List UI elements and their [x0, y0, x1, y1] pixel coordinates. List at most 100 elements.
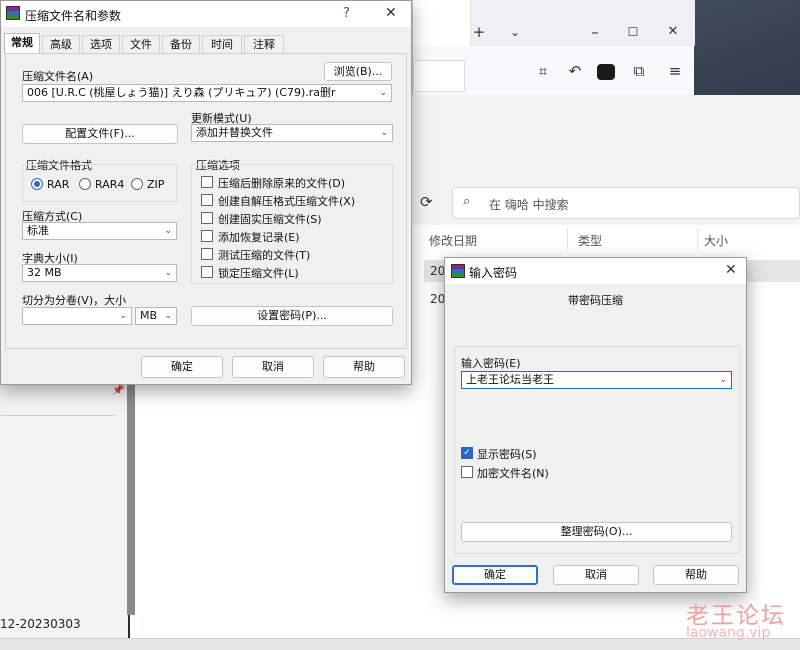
- format-rar4-label[interactable]: RAR4: [95, 178, 124, 191]
- update-mode-select[interactable]: 添加并替换文件 ⌄: [191, 124, 393, 142]
- help-icon[interactable]: ?: [343, 6, 350, 21]
- search-input[interactable]: ⌕ 在 嗨哈 中搜索: [452, 187, 800, 219]
- option-solid-label[interactable]: 创建固实压缩文件(S): [218, 211, 322, 227]
- format-rar4-radio[interactable]: [79, 178, 91, 190]
- option-test-label[interactable]: 测试压缩的文件(T): [218, 247, 310, 263]
- chevron-down-icon[interactable]: ⌄: [380, 125, 388, 141]
- format-zip-radio[interactable]: [131, 178, 143, 190]
- option-sfx-label[interactable]: 创建自解压格式压缩文件(X): [218, 193, 355, 209]
- show-password-label[interactable]: 显示密码(S): [477, 446, 537, 462]
- tab-add-icon[interactable]: +: [469, 24, 489, 40]
- password-label: 输入密码(E): [461, 357, 521, 370]
- help-button[interactable]: 帮助: [653, 565, 739, 585]
- column-divider[interactable]: [697, 228, 698, 250]
- format-rar-radio[interactable]: [31, 178, 43, 190]
- maximize-icon[interactable]: ☐: [623, 24, 643, 40]
- close-icon[interactable]: ✕: [663, 24, 683, 40]
- chevron-down-icon[interactable]: ⌄: [164, 308, 172, 324]
- puzzle-icon[interactable]: ⧉: [629, 63, 649, 79]
- column-type[interactable]: 类型: [578, 232, 602, 249]
- browser-active-tab[interactable]: [413, 0, 471, 46]
- tab-advanced[interactable]: 高级: [42, 35, 80, 53]
- pin-icon[interactable]: 📌: [112, 385, 124, 396]
- search-icon: ⌕: [463, 194, 471, 209]
- option-sfx-checkbox[interactable]: [201, 194, 213, 206]
- option-test-checkbox[interactable]: [201, 248, 213, 260]
- chevron-down-icon[interactable]: ⌄: [164, 265, 172, 281]
- winrar-icon: [6, 6, 20, 20]
- browser-window: + ⌄ – ☐ ✕ ⌗ ↶ ⧉ ≡: [412, 0, 695, 95]
- update-mode-value: 添加并替换文件: [196, 126, 273, 139]
- chevron-down-icon[interactable]: ⌄: [119, 308, 127, 324]
- close-icon[interactable]: ✕: [385, 5, 397, 21]
- password-dialog: 输入密码 ✕ 带密码压缩 输入密码(E) 上老王论坛当老王 ⌄ ✓ 显示密码(S…: [444, 257, 747, 593]
- close-icon[interactable]: ✕: [725, 262, 737, 278]
- option-solid-checkbox[interactable]: [201, 212, 213, 224]
- split-volumes-label: 切分为分卷(V)，大小: [22, 294, 127, 307]
- show-password-checkbox[interactable]: ✓: [461, 447, 473, 459]
- scrollbar[interactable]: [127, 385, 135, 615]
- chevron-down-icon[interactable]: ⌄: [164, 223, 172, 239]
- option-lock-label[interactable]: 锁定压缩文件(L): [218, 265, 299, 281]
- encrypt-filenames-checkbox[interactable]: [461, 466, 473, 478]
- tab-time[interactable]: 时间: [202, 35, 242, 53]
- split-size-field[interactable]: ⌄: [22, 307, 132, 325]
- browser-address-bar[interactable]: [413, 60, 465, 92]
- ok-button[interactable]: 确定: [141, 356, 223, 378]
- dialog-titlebar: 输入密码 ✕: [445, 258, 746, 284]
- help-button[interactable]: 帮助: [323, 356, 405, 378]
- format-rar-label[interactable]: RAR: [47, 178, 69, 191]
- set-password-button[interactable]: 设置密码(P)...: [191, 306, 393, 326]
- tab-general[interactable]: 常规: [4, 33, 40, 54]
- undo-icon[interactable]: ↶: [565, 63, 585, 79]
- divider: [0, 415, 116, 416]
- chevron-down-icon[interactable]: ⌄: [719, 372, 727, 388]
- menu-icon[interactable]: ≡: [665, 63, 685, 79]
- option-delete-after-checkbox[interactable]: [201, 176, 213, 188]
- dictionary-value: 32 MB: [27, 266, 62, 279]
- dialog-subtitle: 带密码压缩: [568, 294, 623, 307]
- encrypt-filenames-label[interactable]: 加密文件名(N): [477, 465, 549, 481]
- split-unit-value: MB: [140, 309, 158, 322]
- crop-icon[interactable]: ⌗: [533, 63, 553, 79]
- profiles-button[interactable]: 配置文件(F)...: [22, 124, 178, 144]
- method-select[interactable]: 标准 ⌄: [22, 222, 177, 240]
- option-recovery-checkbox[interactable]: [201, 230, 213, 242]
- archive-name-field[interactable]: 006 [U.R.C (桃屋しょう猫)] えり森 (プリキュア) (C79).r…: [22, 84, 392, 102]
- format-group: RAR RAR4 ZIP: [22, 164, 177, 202]
- dialog-title: 压缩文件名和参数: [25, 9, 122, 23]
- extension-icon[interactable]: [597, 64, 615, 80]
- password-panel: 输入密码(E) 上老王论坛当老王 ⌄ ✓ 显示密码(S) 加密文件名(N) 整理…: [454, 346, 740, 554]
- option-recovery-label[interactable]: 添加恢复记录(E): [218, 229, 300, 245]
- tab-comment[interactable]: 注释: [244, 35, 284, 53]
- option-delete-after-label[interactable]: 压缩后删除原来的文件(D): [218, 175, 345, 191]
- dialog-title: 输入密码: [469, 266, 518, 280]
- column-size[interactable]: 大小: [704, 232, 728, 249]
- tab-backup[interactable]: 备份: [162, 35, 200, 53]
- chevron-down-icon[interactable]: ⌄: [379, 85, 387, 101]
- browse-button[interactable]: 浏览(B)...: [324, 62, 392, 81]
- organize-passwords-button[interactable]: 整理密码(O)...: [461, 522, 732, 542]
- option-lock-checkbox[interactable]: [201, 266, 213, 278]
- table-cell-date: 20: [430, 292, 446, 306]
- cancel-button[interactable]: 取消: [232, 356, 314, 378]
- archive-settings-dialog: 压缩文件名和参数 ? ✕ 常规 高级 选项 文件 备份 时间 注释 压缩文件名(…: [0, 0, 412, 385]
- archive-name-value: 006 [U.R.C (桃屋しょう猫)] えり森 (プリキュア) (C79).r…: [27, 86, 336, 99]
- column-modified-date[interactable]: 修改日期: [429, 232, 477, 249]
- password-input[interactable]: 上老王论坛当老王 ⌄: [461, 371, 732, 389]
- method-value: 标准: [27, 224, 49, 237]
- refresh-icon[interactable]: ⟳: [420, 193, 440, 213]
- dialog-titlebar: 压缩文件名和参数 ? ✕: [1, 1, 411, 27]
- column-divider[interactable]: [567, 228, 568, 250]
- tab-list-icon[interactable]: ⌄: [505, 24, 525, 40]
- tab-files[interactable]: 文件: [122, 35, 160, 53]
- format-zip-label[interactable]: ZIP: [147, 178, 164, 191]
- navigation-pane: 📌 12-20230303: [0, 385, 128, 650]
- archive-name-label: 压缩文件名(A): [22, 70, 94, 83]
- ok-button[interactable]: 确定: [452, 565, 538, 585]
- dictionary-select[interactable]: 32 MB ⌄: [22, 264, 177, 282]
- cancel-button[interactable]: 取消: [553, 565, 639, 585]
- tab-options[interactable]: 选项: [82, 35, 120, 53]
- minimize-icon[interactable]: –: [585, 24, 605, 40]
- split-unit-select[interactable]: MB ⌄: [135, 307, 177, 325]
